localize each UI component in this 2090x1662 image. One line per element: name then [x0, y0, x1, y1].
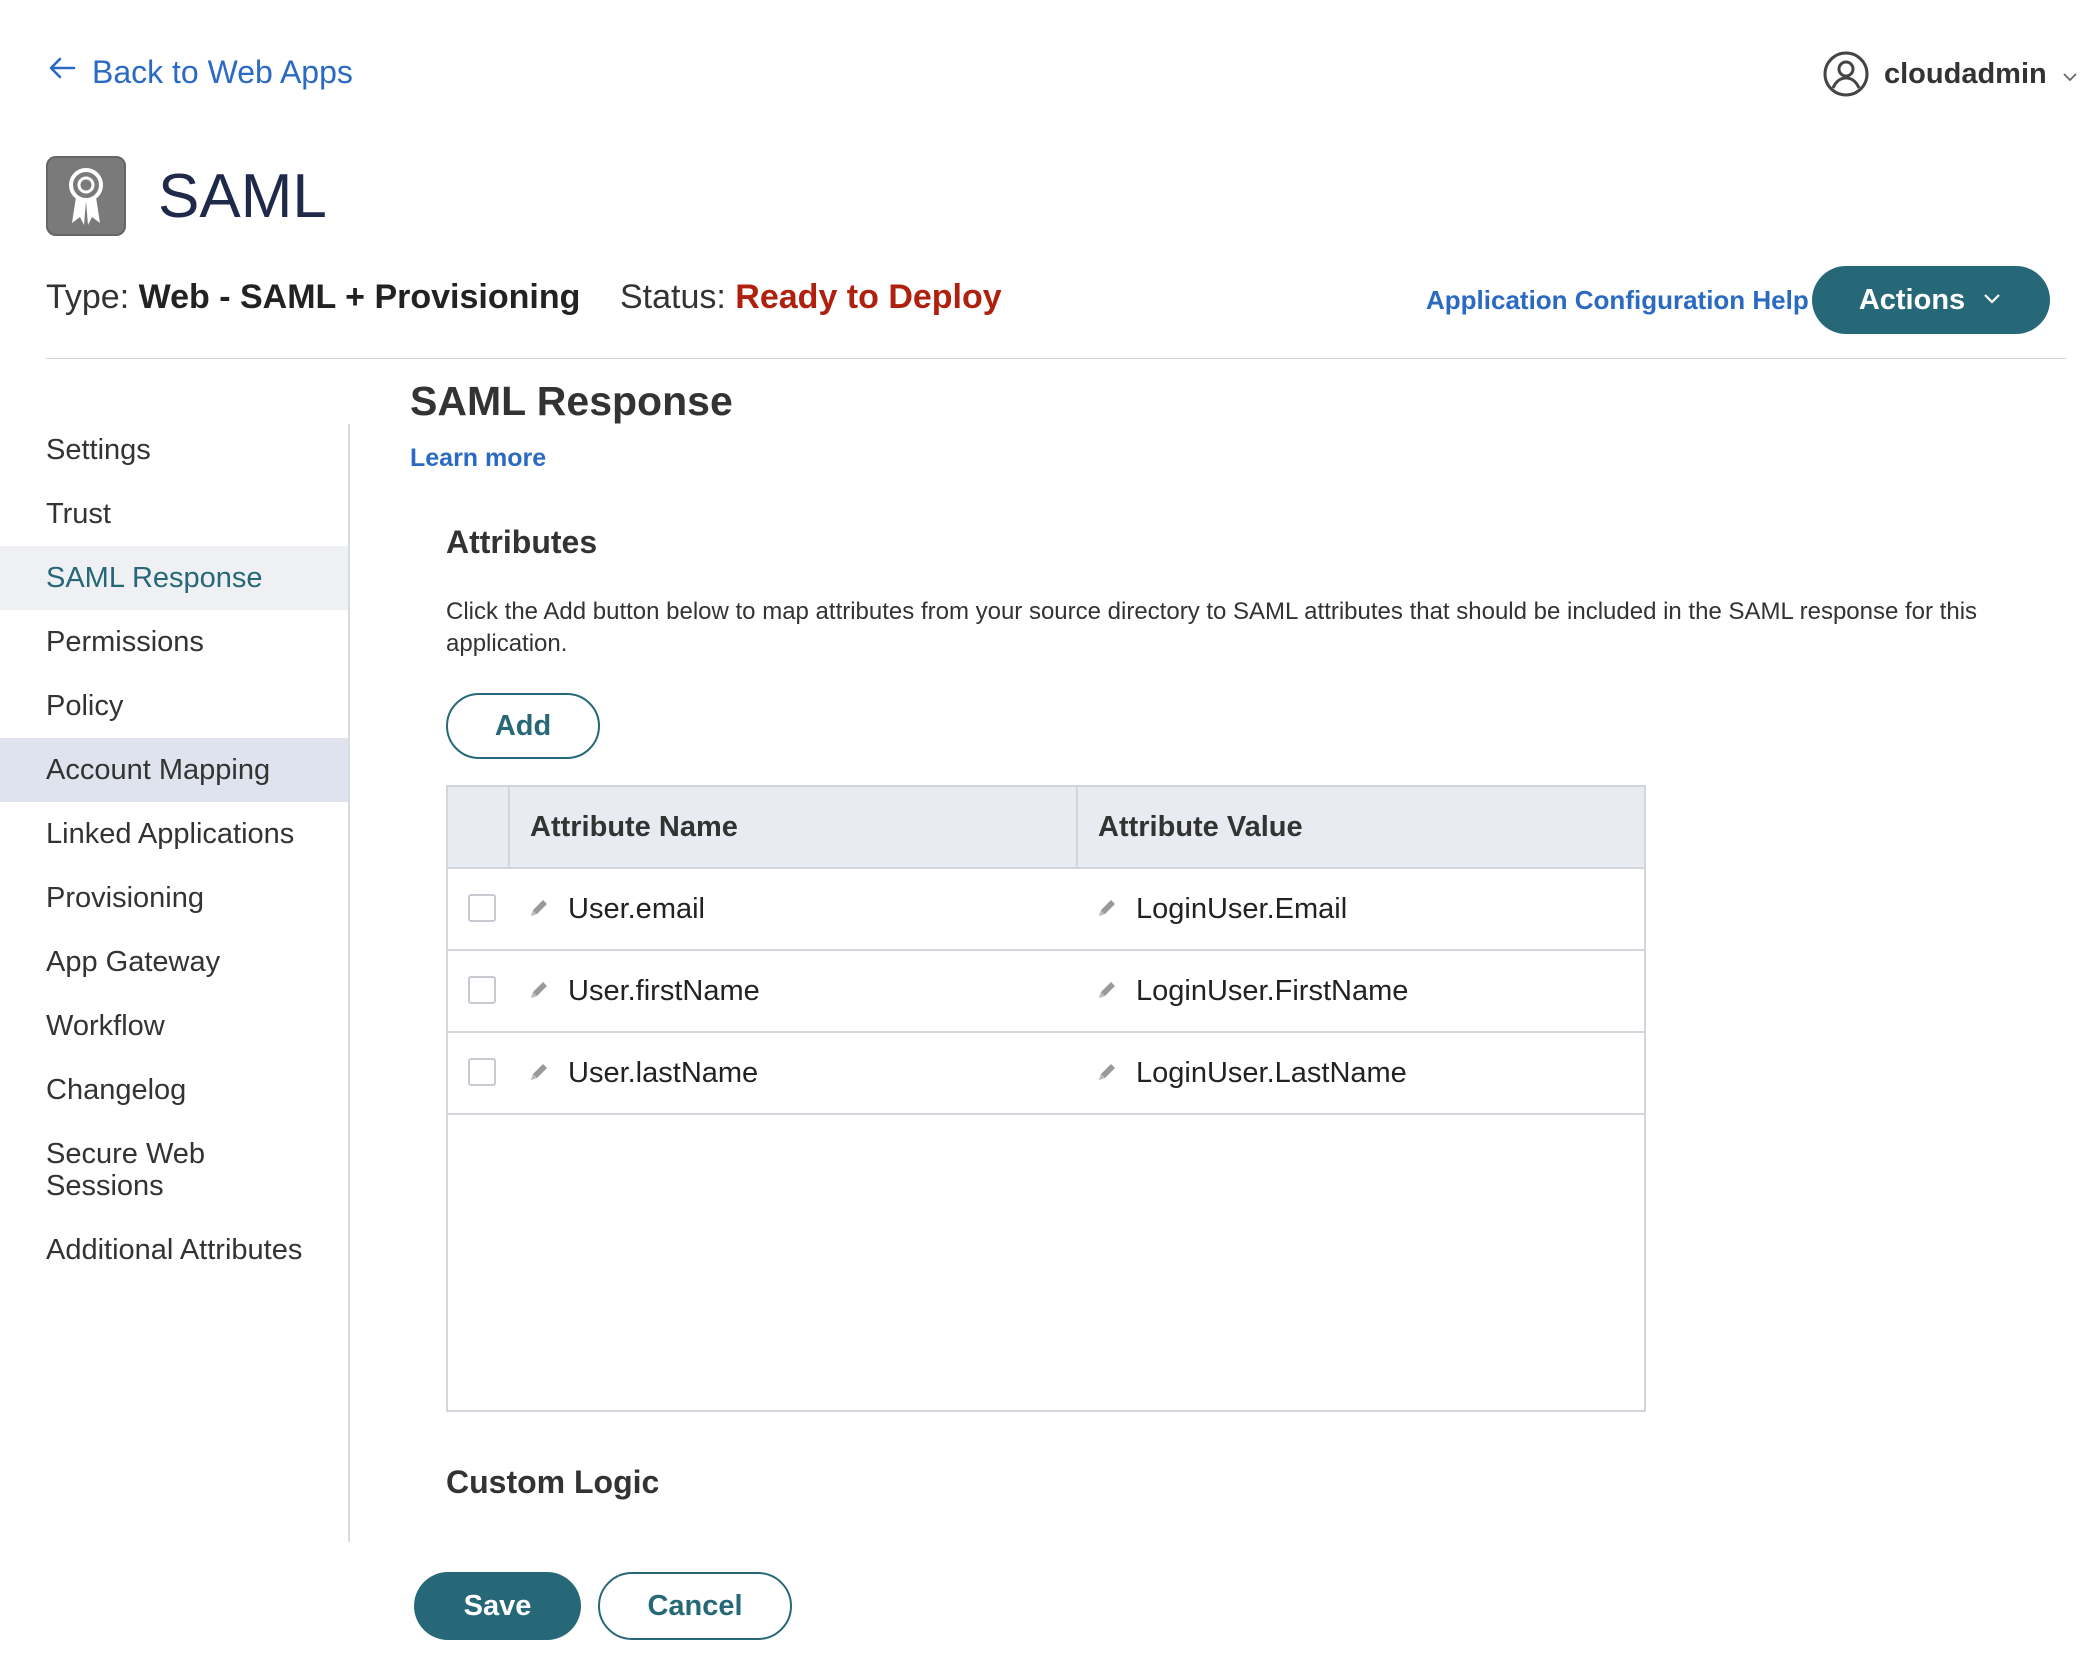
row-checkbox[interactable] [468, 1058, 496, 1086]
save-button[interactable]: Save [414, 1572, 581, 1640]
user-avatar-icon [1822, 50, 1870, 98]
back-to-web-apps-link[interactable]: Back to Web Apps [46, 52, 353, 92]
edit-pencil-icon[interactable] [526, 895, 552, 921]
app-type: Type: Web - SAML + Provisioning [46, 278, 580, 317]
status-label: Status: [620, 278, 726, 316]
attributes-description: Click the Add button below to map attrib… [446, 598, 1978, 657]
edit-pencil-icon[interactable] [526, 977, 552, 1003]
cancel-button[interactable]: Cancel [598, 1572, 792, 1640]
sidebar-item-policy[interactable]: Policy [0, 674, 349, 738]
edit-pencil-icon[interactable] [1094, 895, 1120, 921]
attribute-value-cell: LoginUser.Email [1136, 892, 1348, 925]
user-name: cloudadmin [1884, 57, 2047, 90]
certificate-ribbon-icon [46, 156, 126, 236]
edit-pencil-icon[interactable] [1094, 1059, 1120, 1085]
attribute-name-cell: User.email [568, 892, 705, 925]
attribute-value-cell: LoginUser.FirstName [1136, 974, 1409, 1007]
chevron-down-icon [1981, 284, 2003, 317]
custom-logic-heading: Custom Logic [446, 1464, 660, 1500]
user-menu[interactable]: cloudadmin [1822, 50, 2079, 98]
row-checkbox[interactable] [468, 976, 496, 1004]
sidebar-item-changelog[interactable]: Changelog [0, 1058, 349, 1122]
table-row[interactable]: User.firstName LoginUser.FirstName [448, 951, 1644, 1033]
sidebar-divider [348, 424, 350, 1542]
column-header-attribute-value[interactable]: Attribute Value [1098, 787, 1303, 867]
column-divider [508, 787, 510, 867]
sidebar-item-provisioning[interactable]: Provisioning [0, 866, 349, 930]
type-value: Web - SAML + Provisioning [138, 278, 581, 316]
column-header-attribute-name[interactable]: Attribute Name [530, 787, 738, 867]
sidebar-item-account-mapping[interactable]: Account Mapping [0, 738, 349, 802]
column-divider [1076, 787, 1078, 867]
attribute-name-cell: User.lastName [568, 1056, 759, 1089]
sidebar-item-linked-applications[interactable]: Linked Applications [0, 802, 349, 866]
edit-pencil-icon[interactable] [526, 1059, 552, 1085]
add-attribute-button[interactable]: Add [446, 693, 600, 759]
application-configuration-help-link[interactable]: Application Configuration Help [1426, 285, 1809, 316]
sidebar-item-trust[interactable]: Trust [0, 482, 349, 546]
sidebar-item-saml-response[interactable]: SAML Response [0, 546, 349, 610]
learn-more-link[interactable]: Learn more [410, 444, 546, 473]
actions-label: Actions [1858, 283, 1966, 316]
attribute-value-cell: LoginUser.LastName [1136, 1056, 1407, 1089]
row-checkbox[interactable] [468, 894, 496, 922]
sidebar-item-secure-web-sessions[interactable]: Secure Web Sessions [0, 1122, 246, 1218]
edit-pencil-icon[interactable] [1094, 977, 1120, 1003]
sidebar-item-permissions[interactable]: Permissions [0, 610, 349, 674]
status-value: Ready to Deploy [735, 278, 1002, 316]
attributes-table: Attribute Name Attribute Value User.emai… [446, 785, 1646, 1412]
attribute-name-cell: User.firstName [568, 974, 760, 1007]
table-row[interactable]: User.email LoginUser.Email [448, 869, 1644, 951]
app-title: SAML [158, 162, 327, 231]
sidebar-item-settings[interactable]: Settings [0, 418, 349, 482]
sidebar-nav: Settings Trust SAML Response Permissions… [0, 418, 349, 1282]
sidebar-item-app-gateway[interactable]: App Gateway [0, 930, 349, 994]
attributes-heading: Attributes [446, 524, 598, 560]
arrow-left-icon [46, 52, 78, 92]
sidebar-item-additional-attributes[interactable]: Additional Attributes [0, 1218, 349, 1282]
type-label: Type: [46, 278, 130, 316]
header-divider [46, 358, 2066, 359]
table-row[interactable]: User.lastName LoginUser.LastName [448, 1033, 1644, 1115]
app-status: Status: Ready to Deploy [620, 278, 1002, 317]
section-title: SAML Response [410, 378, 733, 424]
actions-button[interactable]: Actions [1812, 266, 2050, 334]
sidebar-item-workflow[interactable]: Workflow [0, 994, 349, 1058]
back-link-label: Back to Web Apps [92, 53, 353, 90]
chevron-down-icon [2061, 62, 2079, 86]
table-header: Attribute Name Attribute Value [448, 787, 1644, 869]
